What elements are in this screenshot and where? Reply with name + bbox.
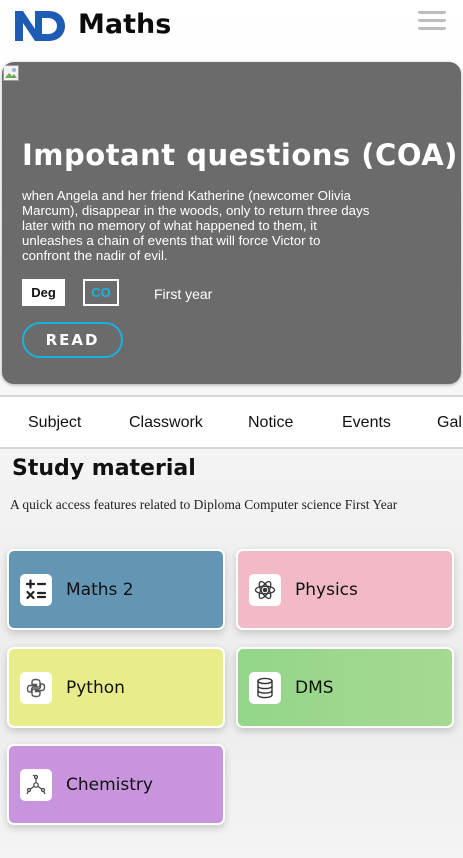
card-dms[interactable]: DMS xyxy=(236,647,454,728)
card-python[interactable]: Python xyxy=(7,647,225,728)
year-label: First year xyxy=(154,286,213,302)
nd-logo xyxy=(15,11,65,41)
hero-title: Impotant questions (COA) xyxy=(22,138,458,172)
hero-card: Impotant questions (COA) when Angela and… xyxy=(2,62,461,384)
tab-bar: Subject Classwork Notice Events Gall xyxy=(0,395,463,449)
broken-image-icon xyxy=(3,65,19,81)
branch-tag: CO xyxy=(83,279,119,306)
calculator-icon xyxy=(20,574,52,606)
tab-subject[interactable]: Subject xyxy=(28,397,81,447)
section-title: Study material xyxy=(12,456,196,481)
tab-events[interactable]: Events xyxy=(342,397,391,447)
tab-gallery[interactable]: Gall xyxy=(437,397,463,447)
tab-classwork[interactable]: Classwork xyxy=(129,397,203,447)
card-label: Chemistry xyxy=(66,775,153,795)
card-label: Maths 2 xyxy=(66,580,134,600)
app-header: Maths xyxy=(0,0,463,58)
card-label: Physics xyxy=(295,580,358,600)
card-label: DMS xyxy=(295,678,334,698)
degree-tag: Deg xyxy=(22,279,65,306)
molecule-icon xyxy=(20,769,52,801)
atom-icon xyxy=(249,574,281,606)
app-title: Maths xyxy=(78,9,172,40)
card-chemistry[interactable]: Chemistry xyxy=(7,744,225,825)
card-physics[interactable]: Physics xyxy=(236,549,454,630)
hero-description: when Angela and her friend Katherine (ne… xyxy=(22,188,370,263)
tab-notice[interactable]: Notice xyxy=(248,397,293,447)
section-subtitle: A quick access features related to Diplo… xyxy=(10,497,398,512)
read-button[interactable]: READ xyxy=(22,322,123,358)
database-icon xyxy=(249,672,281,704)
card-label: Python xyxy=(66,678,125,698)
card-maths-2[interactable]: Maths 2 xyxy=(7,549,225,630)
python-icon xyxy=(20,672,52,704)
hamburger-menu-icon[interactable] xyxy=(418,11,446,37)
